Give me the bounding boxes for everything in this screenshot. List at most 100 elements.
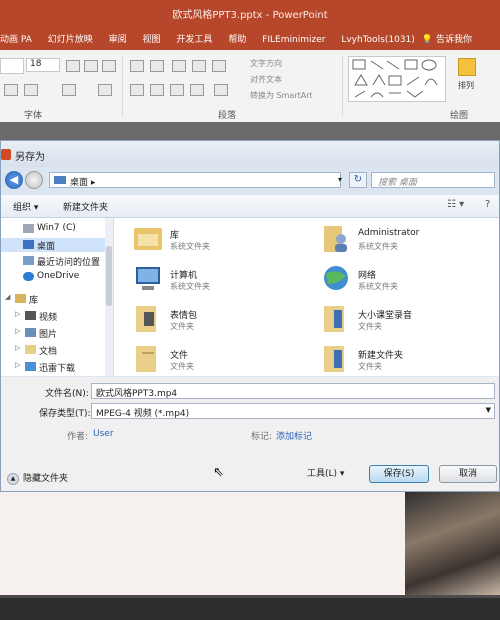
align-right-icon[interactable] — [170, 84, 184, 96]
font-style-icon[interactable] — [98, 84, 112, 96]
address-box[interactable]: 桌面 ▸ — [49, 172, 341, 188]
nav-item-pictures[interactable]: ▷ 图片 — [1, 326, 105, 340]
align-left-icon[interactable] — [130, 84, 144, 96]
cancel-button[interactable]: 取消 — [439, 465, 497, 483]
expand-icon[interactable]: ▷ — [15, 327, 20, 335]
char-spacing-icon[interactable] — [62, 84, 76, 96]
file-type: 文件夹 — [358, 362, 382, 371]
font-size-box[interactable]: 18 — [26, 58, 60, 72]
arrange-button[interactable]: 排列 — [458, 80, 474, 91]
tab-animations[interactable]: 动画 PA — [0, 30, 32, 50]
align-text-button[interactable]: 对齐文本 — [250, 74, 282, 85]
hide-folders-label: 隐藏文件夹 — [23, 474, 69, 484]
expand-icon[interactable]: ▷ — [15, 361, 20, 369]
nav-label: 库 — [29, 296, 39, 306]
nav-item-videos[interactable]: ▷ 视频 — [1, 309, 105, 323]
save-button[interactable]: 保存(S) — [369, 465, 429, 483]
group-font-label: 字体 — [24, 111, 43, 121]
tab-view[interactable]: 视图 — [143, 30, 161, 50]
filename-input[interactable]: 欧式风格PPT3.mp4 — [91, 383, 495, 399]
nav-item-recent[interactable]: 最近访问的位置 — [1, 254, 105, 268]
clear-format-icon[interactable] — [102, 60, 116, 72]
tab-review[interactable]: 审阅 — [109, 30, 127, 50]
folder-icon — [136, 346, 156, 372]
file-item-computer[interactable]: 计算机 系统文件夹 — [114, 262, 294, 302]
shapes-gallery[interactable] — [348, 56, 446, 102]
expand-icon[interactable]: ◢ — [5, 293, 10, 301]
font-color-icon[interactable] — [24, 84, 38, 96]
hide-folders-toggle[interactable]: ▲ 隐藏文件夹 — [7, 471, 68, 485]
file-item-network[interactable]: 网络 系统文件夹 — [302, 262, 482, 302]
view-options-icon[interactable]: ☷ ▾ — [447, 199, 464, 210]
help-icon[interactable]: ? — [485, 199, 490, 210]
file-item-administrator[interactable]: Administrator 系统文件夹 — [302, 222, 482, 262]
nav-item-onedrive[interactable]: OneDrive — [1, 270, 105, 284]
file-type: 文件夹 — [170, 322, 194, 331]
file-item-new-folder[interactable]: 新建文件夹 文件夹 — [302, 342, 482, 376]
file-name: Administrator — [358, 228, 420, 238]
author-value[interactable]: User — [93, 429, 114, 439]
new-folder-button[interactable]: 新建文件夹 — [63, 200, 108, 213]
tell-me-box[interactable]: 💡 告诉我你 — [422, 30, 485, 50]
tab-developer[interactable]: 开发工具 — [176, 30, 212, 50]
justify-icon[interactable] — [190, 84, 204, 96]
collapse-icon: ▲ — [7, 472, 19, 485]
nav-item-desktop[interactable]: 桌面 — [1, 238, 105, 252]
powerpoint-icon — [1, 149, 11, 160]
nav-item-thunder-downloads[interactable]: ▷ 迅雷下载 — [1, 360, 105, 374]
organize-button[interactable]: 组织 ▾ — [13, 200, 38, 213]
refresh-button[interactable]: ↻ — [349, 172, 367, 188]
decrease-indent-icon[interactable] — [172, 60, 186, 72]
scrollbar-thumb[interactable] — [106, 246, 112, 306]
breadcrumb-desktop[interactable]: 桌面 — [70, 178, 88, 188]
search-placeholder: 搜索 桌面 — [378, 178, 417, 188]
tab-slideshow[interactable]: 幻灯片放映 — [48, 30, 93, 50]
computer-icon — [136, 267, 160, 290]
window-title: 欧式风格PPT3.pptx - PowerPoint — [0, 0, 500, 30]
desktop-icon — [54, 176, 66, 184]
nav-item-libraries[interactable]: ◢ 库 — [1, 292, 105, 306]
savetype-select[interactable]: MPEG-4 视频 (*.mp4) ▼ — [91, 403, 495, 419]
tab-help[interactable]: 帮助 — [228, 30, 246, 50]
nav-scrollbar[interactable] — [105, 218, 113, 376]
search-input[interactable]: 搜索 桌面 — [371, 172, 495, 188]
numbering-icon[interactable] — [150, 60, 164, 72]
breadcrumb-arrow[interactable]: ▸ — [91, 178, 96, 188]
file-item-libraries[interactable]: 库 系统文件夹 — [114, 222, 294, 262]
ribbon-tabs: 动画 PA 幻灯片放映 审阅 视图 开发工具 帮助 FILEminimizer … — [0, 30, 500, 50]
nav-item-documents[interactable]: ▷ 文档 — [1, 343, 105, 357]
file-type: 文件夹 — [358, 322, 382, 331]
file-name: 计算机 — [170, 271, 198, 281]
file-item-recordings[interactable]: 大小课堂录音 文件夹 — [302, 302, 482, 342]
grow-font-icon[interactable] — [66, 60, 80, 72]
smartart-button[interactable]: 转换为 SmartArt — [250, 90, 313, 101]
line-spacing-icon[interactable] — [212, 60, 226, 72]
tags-value[interactable]: 添加标记 — [276, 429, 312, 442]
columns-icon[interactable] — [214, 84, 228, 96]
file-list: 库 系统文件夹 Administrator 系统文件夹 计算机 系统文件夹 网络… — [114, 218, 499, 376]
back-button[interactable]: ◀ — [5, 171, 23, 189]
author-label: 作者: — [67, 432, 89, 442]
status-bar — [0, 598, 500, 620]
tab-fileminimizer[interactable]: FILEminimizer — [262, 30, 325, 50]
text-direction-button[interactable]: 文字方向 — [250, 58, 282, 69]
group-paragraph-label: 段落 — [218, 111, 237, 121]
strikethrough-icon[interactable] — [4, 84, 18, 96]
font-name-box[interactable] — [0, 58, 24, 74]
nav-label: 图片 — [39, 330, 58, 340]
nav-item-drive-c[interactable]: Win7 (C) — [1, 222, 105, 236]
expand-icon[interactable]: ▷ — [15, 344, 20, 352]
address-bar: ◀ 桌面 ▸ ▾ ↻ 搜索 桌面 — [5, 171, 497, 191]
file-item-emoji[interactable]: 表情包 文件夹 — [114, 302, 294, 342]
forward-button[interactable] — [25, 171, 43, 189]
file-item-files[interactable]: 文件 文件夹 — [114, 342, 294, 376]
tools-menu[interactable]: 工具(L) ▾ — [307, 466, 344, 479]
shrink-font-icon[interactable] — [84, 60, 98, 72]
increase-indent-icon[interactable] — [192, 60, 206, 72]
bullets-icon[interactable] — [130, 60, 144, 72]
address-dropdown-icon[interactable]: ▾ — [333, 172, 347, 188]
arrange-icon[interactable] — [458, 58, 476, 76]
expand-icon[interactable]: ▷ — [15, 310, 20, 318]
align-center-icon[interactable] — [150, 84, 164, 96]
tab-lvyhtools[interactable]: LvyhTools(1031) — [341, 30, 414, 50]
